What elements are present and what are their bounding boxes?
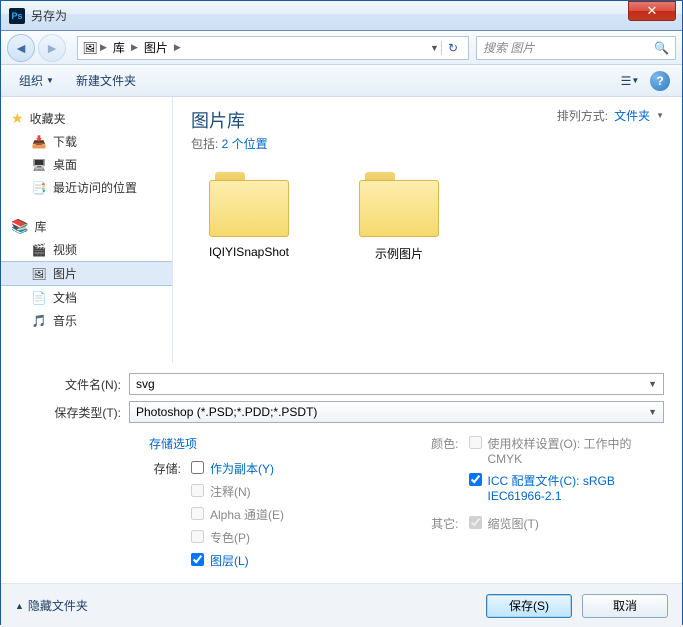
music-icon: 🎵 bbox=[31, 313, 47, 329]
sort-label: 排列方式: bbox=[557, 107, 608, 124]
chevron-down-icon[interactable]: ▼ bbox=[648, 379, 657, 389]
spot-label: 专色(P) bbox=[210, 529, 250, 546]
desktop-icon: 🖥 bbox=[31, 157, 47, 173]
layers-checkbox[interactable] bbox=[191, 553, 204, 566]
sidebar-item-video[interactable]: 🎬视频 bbox=[1, 238, 172, 261]
sidebar-item-recent[interactable]: 📑最近访问的位置 bbox=[1, 176, 172, 199]
help-button[interactable]: ? bbox=[648, 70, 672, 92]
alpha-label: Alpha 通道(E) bbox=[210, 506, 284, 523]
filetype-select[interactable]: Photoshop (*.PSD;*.PDD;*.PSDT)▼ bbox=[129, 401, 664, 423]
ascopy-label: 作为副本(Y) bbox=[210, 460, 274, 477]
folder-label: IQIYISnapShot bbox=[199, 245, 299, 259]
content-pane: 图片库 包括: 2 个位置 排列方式: 文件夹 ▼ IQIYISnapShot … bbox=[173, 97, 682, 363]
hide-folders-button[interactable]: ▲隐藏文件夹 bbox=[15, 597, 88, 614]
refresh-icon[interactable]: ↻ bbox=[441, 41, 464, 55]
chevron-up-icon: ▲ bbox=[15, 601, 24, 611]
new-folder-button[interactable]: 新建文件夹 bbox=[68, 69, 144, 92]
toolbar: 组织 ▼ 新建文件夹 ☰ ▼ ? bbox=[1, 65, 682, 97]
sidebar-item-documents[interactable]: 📄文档 bbox=[1, 286, 172, 309]
save-button[interactable]: 保存(S) bbox=[486, 594, 572, 618]
alpha-checkbox bbox=[191, 507, 204, 520]
cancel-button[interactable]: 取消 bbox=[582, 594, 668, 618]
library-icon: 📚 bbox=[11, 218, 28, 235]
icc-checkbox[interactable] bbox=[469, 473, 482, 486]
other-label: 其它: bbox=[427, 515, 463, 532]
view-button[interactable]: ☰ ▼ bbox=[618, 70, 642, 92]
sidebar: ★收藏夹 📥下载 🖥桌面 📑最近访问的位置 📚库 🎬视频 🖼图片 📄文档 🎵音乐 bbox=[1, 97, 173, 363]
search-placeholder: 搜索 图片 bbox=[483, 39, 534, 56]
window-title: 另存为 bbox=[31, 7, 628, 24]
folder-item[interactable]: IQIYISnapShot bbox=[199, 172, 299, 262]
filetype-label: 保存类型(T): bbox=[19, 404, 129, 421]
close-button[interactable]: ✕ bbox=[628, 1, 676, 21]
search-input[interactable]: 搜索 图片 🔍 bbox=[476, 36, 676, 60]
sidebar-item-downloads[interactable]: 📥下载 bbox=[1, 130, 172, 153]
notes-label: 注释(N) bbox=[210, 483, 251, 500]
sort-value[interactable]: 文件夹 bbox=[614, 107, 650, 124]
document-icon: 📄 bbox=[31, 290, 47, 306]
breadcrumb-seg[interactable]: 图片 bbox=[140, 39, 172, 56]
folder-item[interactable]: 示例图片 bbox=[349, 172, 449, 262]
recent-icon: 📑 bbox=[31, 180, 47, 196]
video-icon: 🎬 bbox=[31, 242, 47, 258]
search-icon: 🔍 bbox=[654, 41, 669, 55]
download-icon: 📥 bbox=[31, 134, 47, 150]
bottom-form: 文件名(N): svg▼ 保存类型(T): Photoshop (*.PSD;*… bbox=[1, 363, 682, 575]
app-icon: Ps bbox=[9, 8, 25, 24]
library-icon: 🖼 bbox=[82, 40, 98, 56]
breadcrumb-dropdown-icon[interactable]: ▼ bbox=[430, 43, 439, 53]
chevron-down-icon[interactable]: ▼ bbox=[648, 407, 657, 417]
nav-back-button[interactable]: ◄ bbox=[7, 34, 35, 62]
spot-checkbox bbox=[191, 530, 204, 543]
sidebar-item-music[interactable]: 🎵音乐 bbox=[1, 309, 172, 332]
sidebar-item-desktop[interactable]: 🖥桌面 bbox=[1, 153, 172, 176]
filename-input[interactable]: svg▼ bbox=[129, 373, 664, 395]
picture-icon: 🖼 bbox=[31, 266, 47, 282]
notes-checkbox bbox=[191, 484, 204, 497]
main-area: ★收藏夹 📥下载 🖥桌面 📑最近访问的位置 📚库 🎬视频 🖼图片 📄文档 🎵音乐… bbox=[1, 97, 682, 363]
thumb-checkbox bbox=[469, 516, 482, 529]
library-title: 图片库 bbox=[191, 107, 268, 133]
color-label: 颜色: bbox=[427, 435, 463, 452]
proof-label: 使用校样设置(O): 工作中的 CMYK bbox=[488, 435, 658, 466]
proof-checkbox bbox=[469, 436, 482, 449]
sidebar-group-favorites[interactable]: ★收藏夹 bbox=[1, 107, 172, 130]
locations-link[interactable]: 2 个位置 bbox=[222, 137, 268, 151]
chevron-down-icon: ▼ bbox=[656, 111, 664, 120]
library-subtitle: 包括: 2 个位置 bbox=[191, 135, 268, 152]
layers-label: 图层(L) bbox=[210, 552, 249, 569]
store-label: 存储: bbox=[149, 460, 185, 477]
folder-label: 示例图片 bbox=[349, 245, 449, 262]
chevron-right-icon: ▶ bbox=[100, 42, 107, 53]
filename-label: 文件名(N): bbox=[19, 376, 129, 393]
chevron-right-icon: ▶ bbox=[131, 42, 138, 53]
sidebar-group-library[interactable]: 📚库 bbox=[1, 215, 172, 238]
help-icon: ? bbox=[650, 71, 670, 91]
chevron-down-icon: ▼ bbox=[46, 76, 54, 85]
thumb-label: 缩览图(T) bbox=[488, 515, 539, 532]
breadcrumb-seg[interactable]: 库 bbox=[109, 39, 129, 56]
icc-label[interactable]: ICC 配置文件(C): sRGB IEC61966-2.1 bbox=[488, 472, 658, 503]
sort-control[interactable]: 排列方式: 文件夹 ▼ bbox=[557, 107, 664, 124]
ascopy-checkbox[interactable] bbox=[191, 461, 204, 474]
breadcrumb[interactable]: 🖼 ▶ 库 ▶ 图片 ▶ ▼ ↻ bbox=[77, 36, 469, 60]
sidebar-item-pictures[interactable]: 🖼图片 bbox=[1, 261, 172, 286]
chevron-right-icon: ▶ bbox=[174, 42, 181, 53]
organize-button[interactable]: 组织 ▼ bbox=[11, 69, 62, 92]
nav-forward-button[interactable]: ► bbox=[38, 34, 66, 62]
folder-icon bbox=[359, 172, 439, 237]
store-options-link[interactable]: 存储选项 bbox=[149, 435, 387, 452]
star-icon: ★ bbox=[11, 110, 24, 127]
titlebar: Ps 另存为 ✕ bbox=[1, 1, 682, 31]
navbar: ◄ ► 🖼 ▶ 库 ▶ 图片 ▶ ▼ ↻ 搜索 图片 🔍 bbox=[1, 31, 682, 65]
footer: ▲隐藏文件夹 保存(S) 取消 bbox=[1, 583, 682, 627]
folder-icon bbox=[209, 172, 289, 237]
